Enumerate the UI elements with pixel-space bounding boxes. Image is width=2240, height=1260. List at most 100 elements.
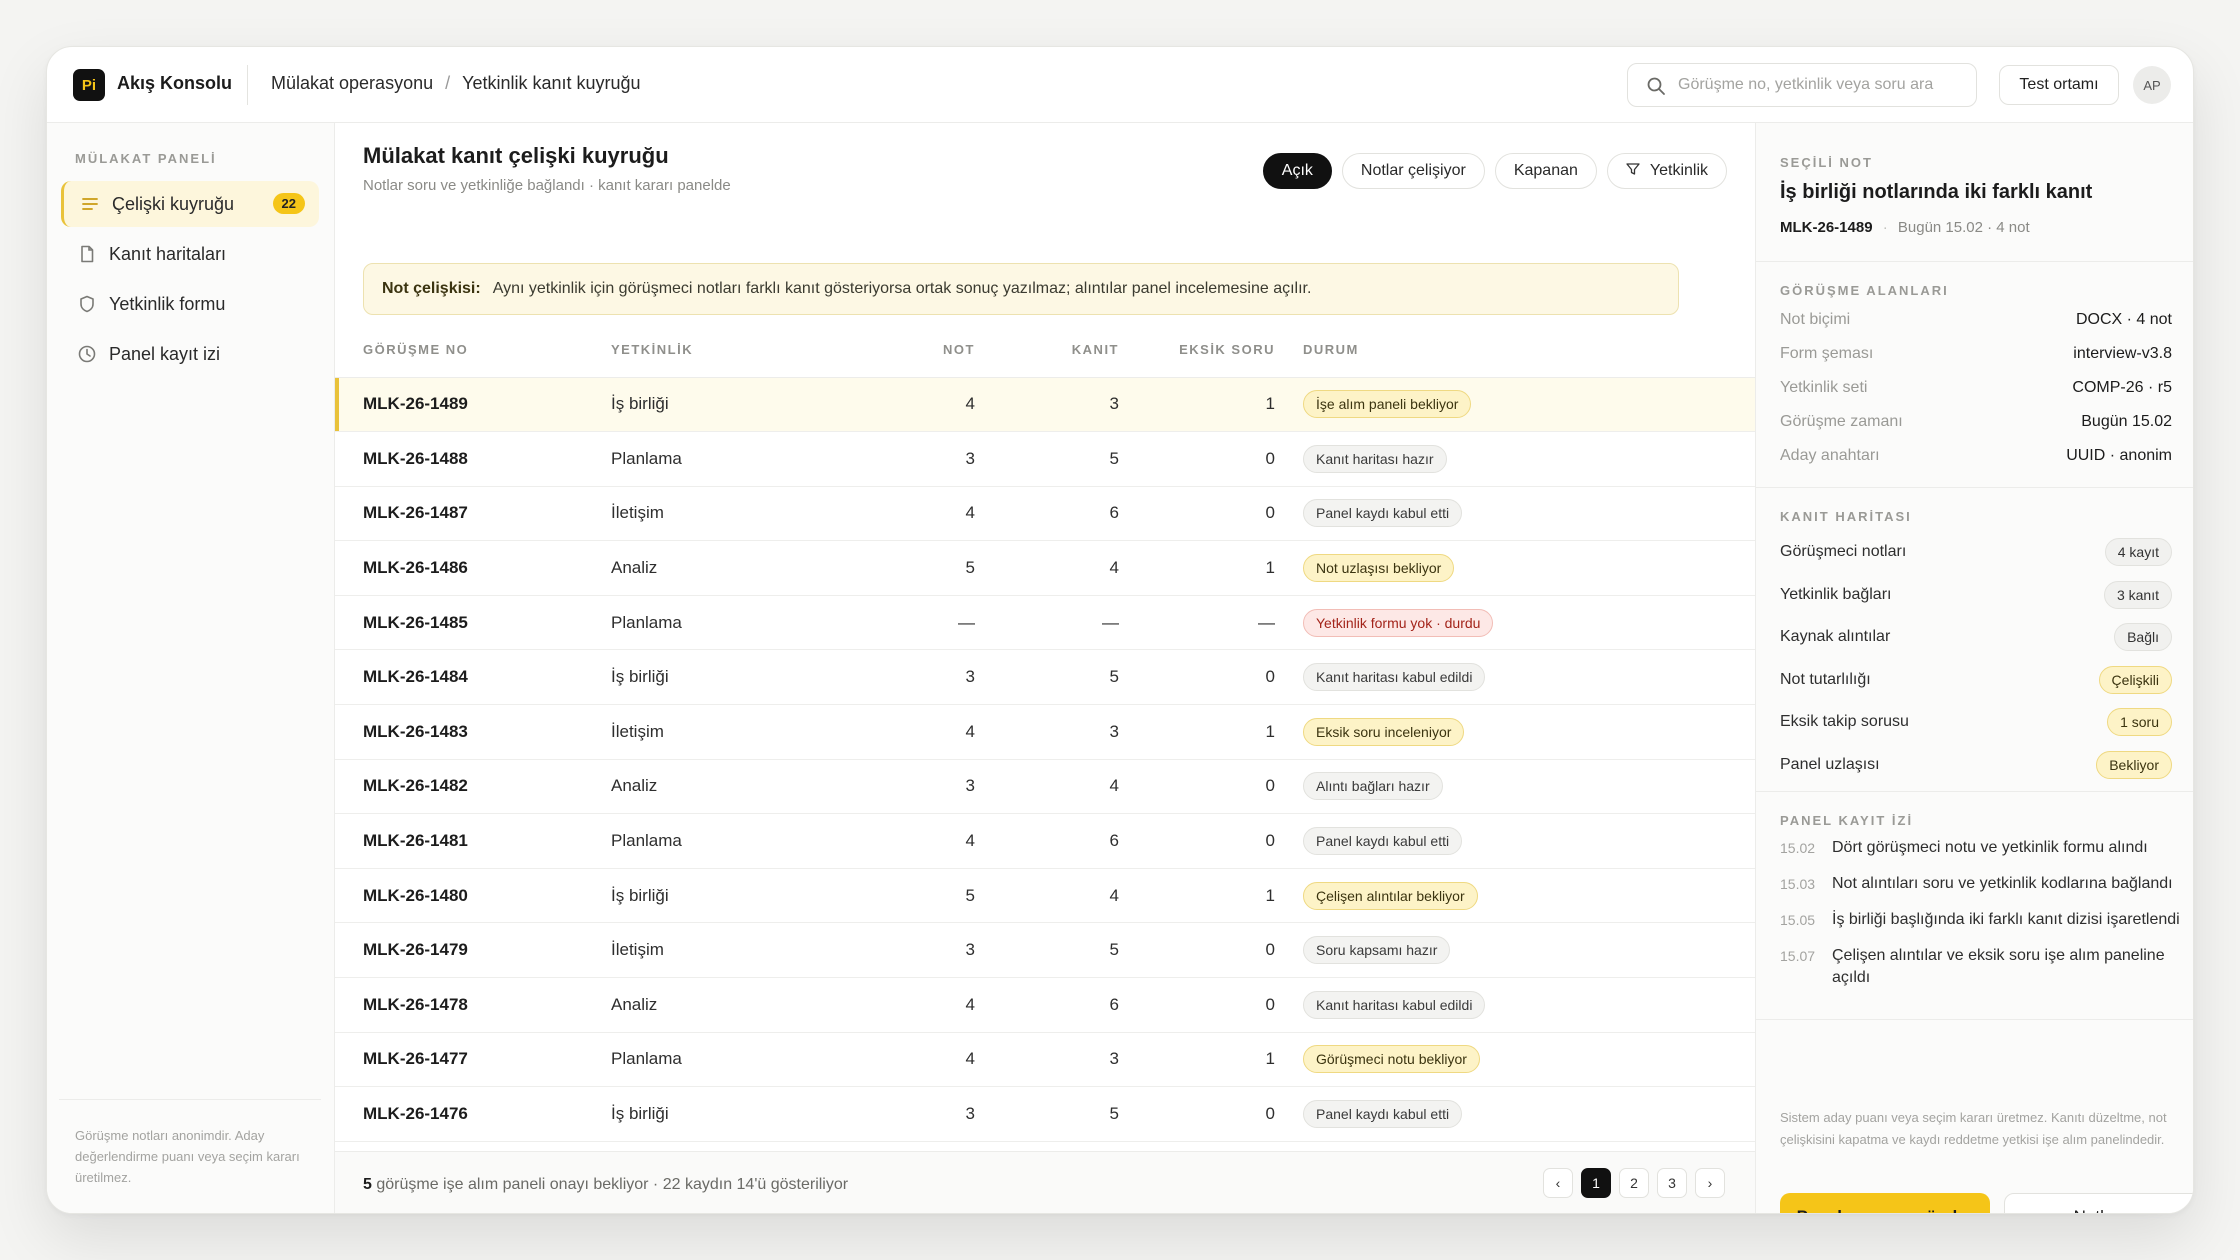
breadcrumb-parent[interactable]: Mülakat operasyonu xyxy=(271,73,433,94)
missing-question-cell: 0 xyxy=(1119,977,1275,1033)
breadcrumb-current: Yetkinlik kanıt kuyruğu xyxy=(462,73,641,93)
table-row[interactable]: MLK-26-1485 Planlama — — — Yetkinlik formu yo… xyxy=(335,595,1755,651)
missing-question-cell: 0 xyxy=(1119,922,1275,979)
status-badge: Panel kaydı kabul etti xyxy=(1303,1100,1463,1129)
table-row[interactable]: MLK-26-1480 İş birliği 5 4 1 Çelişen alıntıla… xyxy=(335,868,1755,924)
sidebar-item-panel-log[interactable]: Panel kayıt izi xyxy=(61,331,319,377)
map-key: Yetkinlik bağları xyxy=(1780,585,1892,603)
status-badge: Eksik soru inceleniyor xyxy=(1303,717,1465,746)
log-entry: 15.02 Dört görüşmeci notu ve yetkinlik fo… xyxy=(1780,837,2180,859)
missing-question-cell: 0 xyxy=(1119,1086,1275,1142)
status-cell: Kanıt haritası hazır xyxy=(1275,431,1755,487)
column-header[interactable]: EKSİK SORU xyxy=(1119,323,1275,378)
sidebar-item-evidence-maps[interactable]: Kanıt haritaları xyxy=(61,231,319,277)
section-label: SEÇİLİ NOT xyxy=(1780,155,1873,170)
missing-question-cell: 0 xyxy=(1119,759,1275,815)
page-button-2[interactable]: 2 xyxy=(1619,1168,1649,1198)
status-badge: Panel kaydı kabul etti xyxy=(1303,827,1463,856)
filter-closed[interactable]: Kapanan xyxy=(1494,153,1597,189)
competency-cell: İş birliği xyxy=(611,377,855,433)
next-page-button[interactable]: › xyxy=(1695,1168,1725,1198)
page-button-3[interactable]: 3 xyxy=(1657,1168,1687,1198)
filter-bar: Açık Notlar çelişiyor Kapanan Yetkinlik xyxy=(1262,153,1727,189)
column-header[interactable]: GÖRÜŞME NO xyxy=(335,323,611,378)
missing-question-cell: 1 xyxy=(1119,377,1275,433)
table-row[interactable]: MLK-26-1483 İletişim 4 3 1 Eksik soru incelen… xyxy=(335,704,1755,760)
missing-question-cell: — xyxy=(1119,595,1275,651)
competency-cell: Planlama xyxy=(611,431,855,487)
section-label: KANIT HARİTASI xyxy=(1780,509,1912,524)
evidence-count-cell: 5 xyxy=(975,922,1119,979)
table-row[interactable]: MLK-26-1484 İş birliği 3 5 0 Kanıt haritası k… xyxy=(335,649,1755,706)
competency-cell: İş birliği xyxy=(611,868,855,924)
table-row[interactable]: MLK-26-1486 Analiz 5 4 1 Not uzlaşısı bekliyo… xyxy=(335,540,1755,596)
divider xyxy=(1756,261,2193,262)
map-status-tag: Bekliyor xyxy=(2096,750,2172,779)
note-count-cell: — xyxy=(855,595,975,651)
note-count-cell: 5 xyxy=(855,868,975,924)
note-count-cell: 4 xyxy=(855,704,975,760)
note-count-cell: 3 xyxy=(855,431,975,487)
competency-filter-button[interactable]: Yetkinlik xyxy=(1606,153,1727,189)
search-icon xyxy=(1646,76,1666,101)
table-row[interactable]: MLK-26-1478 Analiz 4 6 0 Kanıt haritası kabul… xyxy=(335,977,1755,1033)
competency-cell: İletişim xyxy=(611,704,855,760)
competency-cell: Planlama xyxy=(611,813,855,869)
table-row[interactable]: MLK-26-1482 Analiz 3 4 0 Alıntı bağları hazır xyxy=(335,759,1755,815)
clock-icon xyxy=(77,344,97,364)
log-time: 15.05 xyxy=(1780,912,1816,928)
table-row[interactable]: MLK-26-1481 Planlama 4 6 0 Panel kaydı kabul … xyxy=(335,813,1755,869)
send-to-panel-button[interactable]: Panel onayına gönder xyxy=(1780,1193,1990,1213)
table-row[interactable]: MLK-26-1479 İletişim 3 5 0 Soru kapsamı hazır xyxy=(335,922,1755,979)
filter-notes-conflict[interactable]: Notlar çelişiyor xyxy=(1341,153,1485,189)
top-bar: Pi Akış Konsolu Mülakat operasyonu / Yet… xyxy=(47,47,2193,123)
table-row[interactable]: MLK-26-1477 Planlama 4 3 1 Görüşmeci notu bek… xyxy=(335,1032,1755,1088)
page-button-1[interactable]: 1 xyxy=(1581,1168,1611,1198)
status-cell: Panel kaydı kabul etti xyxy=(1275,813,1755,869)
conflict-alert: Not çelişkisi: Aynı yetkinlik için görüş… xyxy=(363,263,1679,315)
sidebar-item-label: Yetkinlik formu xyxy=(109,293,226,314)
table-row[interactable]: MLK-26-1476 İş birliği 3 5 0 Panel kaydı kabu… xyxy=(335,1086,1755,1142)
evidence-map-row: Panel uzlaşısı Bekliyor xyxy=(1780,744,2172,786)
sidebar-item-competency-form[interactable]: Yetkinlik formu xyxy=(61,281,319,327)
table-row[interactable]: MLK-26-1488 Planlama 3 5 0 Kanıt haritası haz… xyxy=(335,431,1755,487)
sidebar-item-conflict-queue[interactable]: Çelişki kuyruğu 22 xyxy=(61,181,319,227)
status-cell: Kanıt haritası kabul edildi xyxy=(1275,977,1755,1033)
missing-question-cell: 0 xyxy=(1119,649,1275,706)
status-badge: Panel kaydı kabul etti xyxy=(1303,499,1463,528)
prev-page-button[interactable]: ‹ xyxy=(1543,1168,1573,1198)
open-notes-button[interactable]: Notları aç xyxy=(2004,1193,2193,1213)
column-header[interactable]: YETKİNLİK xyxy=(611,323,855,378)
column-header[interactable]: DURUM xyxy=(1275,323,1755,378)
filter-open[interactable]: Açık xyxy=(1262,153,1332,189)
competency-cell: İletişim xyxy=(611,922,855,979)
competency-cell: Analiz xyxy=(611,977,855,1033)
status-cell: Görüşmeci notu bekliyor xyxy=(1275,1032,1755,1088)
evidence-map-row: Eksik takip sorusu 1 soru xyxy=(1780,701,2172,743)
evidence-count-cell: 4 xyxy=(975,868,1119,924)
table-row[interactable]: MLK-26-1489 İş birliği 4 3 1 İşe alım paneli … xyxy=(335,377,1755,433)
table-row[interactable]: MLK-26-1487 İletişim 4 6 0 Panel kaydı kabul … xyxy=(335,486,1755,542)
environment-button[interactable]: Test ortamı xyxy=(1999,65,2119,105)
divider xyxy=(1756,791,2193,792)
column-header[interactable]: KANIT xyxy=(975,323,1119,378)
evidence-count-cell: — xyxy=(975,595,1119,651)
status-badge: Kanıt haritası kabul edildi xyxy=(1303,663,1486,692)
missing-question-cell: 0 xyxy=(1119,813,1275,869)
search-input[interactable]: Görüşme no, yetkinlik veya soru ara xyxy=(1627,63,1977,107)
breadcrumb: Mülakat operasyonu / Yetkinlik kanıt kuy… xyxy=(271,73,641,94)
missing-question-cell: 1 xyxy=(1119,1032,1275,1088)
status-cell: İşe alım paneli bekliyor xyxy=(1275,377,1755,433)
log-entry: 15.05 İş birliği başlığında iki farklı ka… xyxy=(1780,909,2180,931)
log-time: 15.07 xyxy=(1780,948,1816,964)
status-cell: Kanıt haritası kabul edildi xyxy=(1275,649,1755,706)
app-title[interactable]: Akış Konsolu xyxy=(117,73,232,94)
avatar[interactable]: AP xyxy=(2133,66,2171,104)
field-value: interview-v3.8 xyxy=(2073,345,2172,362)
note-count-cell: 3 xyxy=(855,759,975,815)
field-value: COMP-26 · r5 xyxy=(2072,379,2172,396)
column-header[interactable]: NOT xyxy=(855,323,975,378)
pagination: ‹ 1 2 3 › xyxy=(1543,1168,1725,1198)
log-entry: 15.07 Çelişen alıntılar ve eksik soru işe… xyxy=(1780,945,2180,989)
table-header: GÖRÜŞME NO YETKİNLİK NOT KANIT EKSİK SOR… xyxy=(335,323,1755,378)
